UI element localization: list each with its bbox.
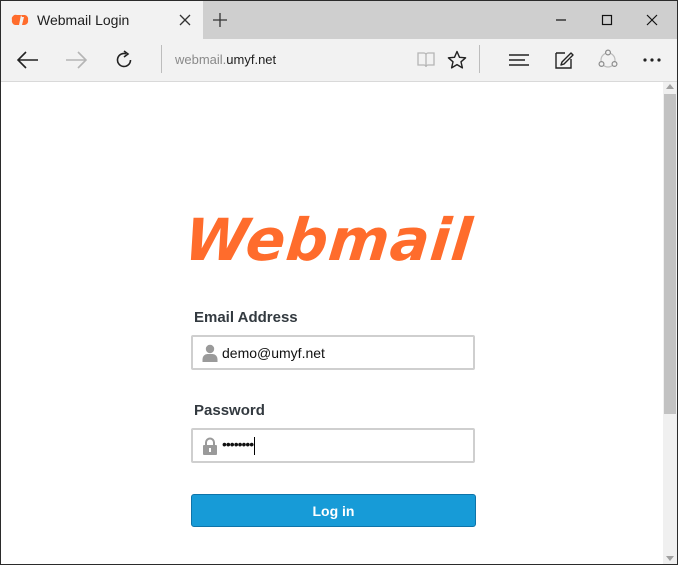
tab-bar: Webmail Login — [1, 1, 677, 39]
maximize-icon[interactable] — [584, 1, 630, 39]
scroll-down-icon[interactable] — [666, 556, 674, 561]
hub-icon[interactable] — [504, 45, 534, 75]
book-icon[interactable] — [411, 45, 441, 75]
password-field[interactable]: •••••••• — [191, 428, 475, 463]
tab-webmail-login[interactable]: Webmail Login — [1, 1, 203, 39]
webmail-logo: Webmail — [181, 206, 477, 274]
address-prefix: webmail. — [175, 52, 227, 67]
address-domain: umyf.net — [226, 52, 277, 67]
refresh-icon[interactable] — [109, 45, 139, 75]
minimize-icon[interactable] — [538, 1, 584, 39]
email-field[interactable]: demo@umyf.net — [191, 335, 475, 370]
close-window-icon[interactable] — [629, 1, 675, 39]
cpanel-icon — [11, 12, 29, 28]
toolbar-separator — [479, 45, 480, 73]
more-icon[interactable] — [637, 45, 667, 75]
scroll-up-icon[interactable] — [666, 84, 674, 89]
email-value: demo@umyf.net — [222, 344, 325, 361]
plus-icon[interactable] — [210, 10, 230, 30]
user-icon — [200, 342, 220, 364]
arrow-left-icon[interactable] — [13, 45, 43, 75]
star-icon[interactable] — [442, 45, 472, 75]
note-icon[interactable] — [549, 45, 579, 75]
email-label: Email Address — [194, 309, 298, 326]
share-icon[interactable] — [593, 45, 623, 75]
page-content: Webmail Email Address demo@umyf.net Pass… — [1, 82, 663, 564]
login-button[interactable]: Log in — [191, 494, 476, 527]
lock-icon — [200, 435, 220, 457]
browser-window: Webmail Login webmail.umyf.net Webmail E… — [0, 0, 678, 565]
address-bar[interactable]: webmail.umyf.net — [175, 50, 276, 70]
address-separator — [161, 45, 162, 73]
vertical-scrollbar[interactable] — [663, 82, 677, 564]
password-value: •••••••• — [222, 436, 256, 455]
password-label: Password — [194, 402, 265, 419]
scroll-thumb[interactable] — [664, 94, 676, 414]
navigation-bar: webmail.umyf.net — [1, 39, 677, 82]
arrow-right-icon[interactable] — [61, 45, 91, 75]
close-icon[interactable] — [175, 10, 195, 30]
tab-title: Webmail Login — [37, 12, 130, 28]
